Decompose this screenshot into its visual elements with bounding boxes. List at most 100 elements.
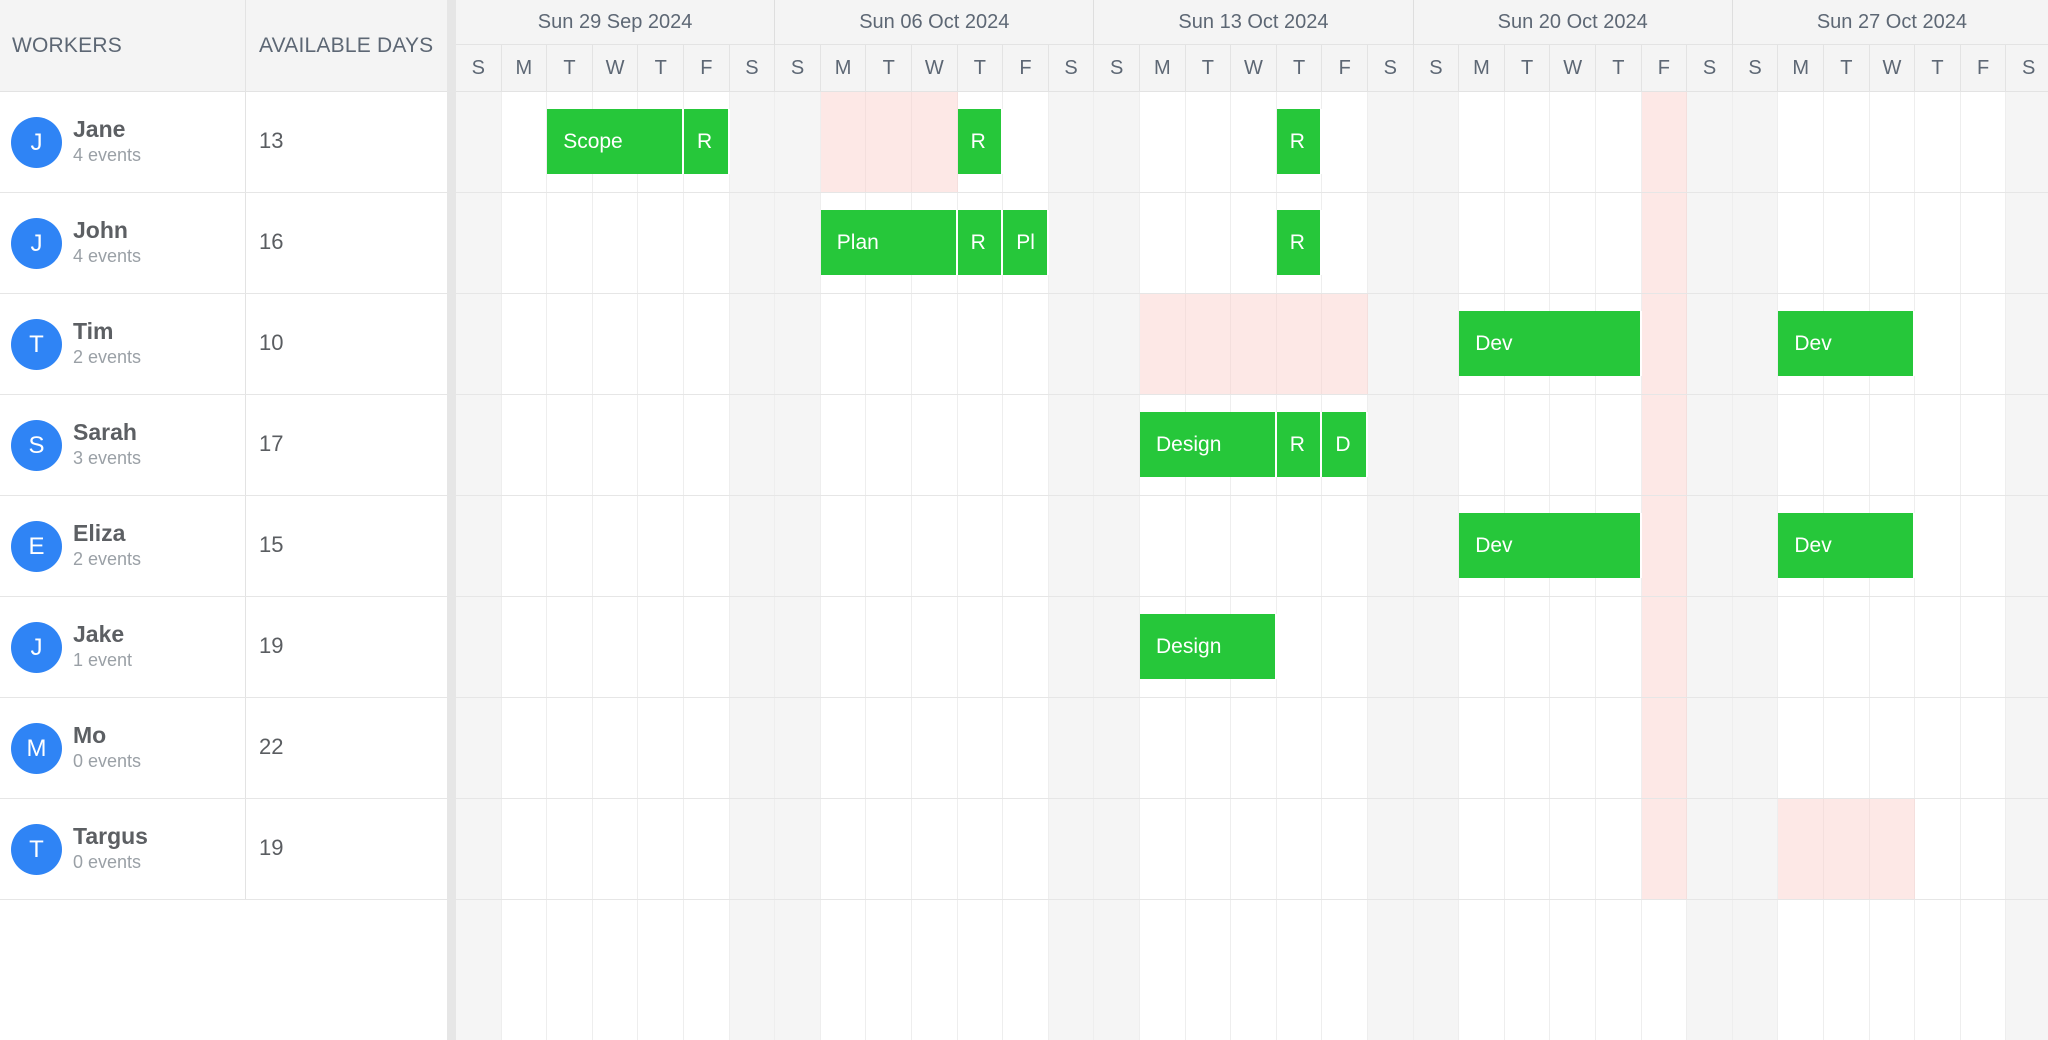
day-label: S xyxy=(730,45,776,92)
event-block[interactable]: Scope xyxy=(547,109,684,174)
worker-row[interactable]: J John 4 events 16 xyxy=(0,193,447,294)
worker-row[interactable]: T Tim 2 events 10 xyxy=(0,294,447,395)
day-column[interactable] xyxy=(729,92,776,1040)
event-block[interactable]: R xyxy=(1276,109,1323,174)
day-label: W xyxy=(912,45,958,92)
worker-row[interactable]: T Targus 0 events 19 xyxy=(0,799,447,900)
event-block[interactable]: Dev xyxy=(1778,513,1916,578)
day-label: F xyxy=(1642,45,1688,92)
worker-row[interactable]: J Jane 4 events 13 xyxy=(0,92,447,193)
event-block[interactable]: D xyxy=(1322,412,1368,477)
day-column[interactable] xyxy=(593,92,639,1040)
day-column[interactable] xyxy=(1048,92,1095,1040)
day-column[interactable] xyxy=(1687,92,1733,1040)
day-label: T xyxy=(1596,45,1642,92)
day-column[interactable] xyxy=(1732,92,1779,1040)
day-label: S xyxy=(775,45,821,92)
day-column[interactable] xyxy=(1368,92,1414,1040)
panel-splitter[interactable] xyxy=(447,0,456,1040)
avatar: M xyxy=(11,723,62,774)
day-column[interactable] xyxy=(456,92,502,1040)
day-label: S xyxy=(456,45,502,92)
day-column[interactable] xyxy=(502,92,548,1040)
day-label: W xyxy=(1550,45,1596,92)
event-block[interactable]: Pl xyxy=(1003,210,1049,275)
worker-row[interactable]: J Jake 1 event 19 xyxy=(0,597,447,698)
worker-cell: T Targus 0 events xyxy=(0,799,246,899)
worker-cell: M Mo 0 events xyxy=(0,698,246,798)
day-column[interactable] xyxy=(1413,92,1460,1040)
event-block[interactable]: R xyxy=(957,109,1004,174)
avatar: J xyxy=(11,218,62,269)
day-column[interactable] xyxy=(775,92,821,1040)
worker-event-count: 4 events xyxy=(73,246,142,266)
event-block[interactable]: R xyxy=(684,109,730,174)
event-block[interactable]: Design xyxy=(1140,614,1277,679)
event-block[interactable]: Dev xyxy=(1459,513,1642,578)
day-column[interactable] xyxy=(1186,92,1232,1040)
event-block[interactable]: Plan xyxy=(820,210,958,275)
event-block[interactable]: Dev xyxy=(1778,311,1916,376)
worker-row[interactable]: M Mo 0 events 22 xyxy=(0,698,447,799)
worker-name: Targus xyxy=(73,823,148,849)
day-label: M xyxy=(502,45,548,92)
worker-row[interactable]: E Eliza 2 events 15 xyxy=(0,496,447,597)
event-block[interactable]: Dev xyxy=(1459,311,1642,376)
day-label: T xyxy=(958,45,1004,92)
worker-event-count: 0 events xyxy=(73,852,142,872)
day-column[interactable] xyxy=(638,92,684,1040)
day-label: M xyxy=(1140,45,1186,92)
day-column[interactable] xyxy=(684,92,730,1040)
day-column[interactable] xyxy=(1140,92,1186,1040)
unavailable-block xyxy=(1140,294,1368,394)
row-divider xyxy=(456,899,2048,900)
day-label: T xyxy=(1277,45,1323,92)
worker-cell: S Sarah 3 events xyxy=(0,395,246,495)
avatar: J xyxy=(11,117,62,168)
day-column[interactable] xyxy=(547,92,593,1040)
worker-cell: E Eliza 2 events xyxy=(0,496,246,596)
row-divider xyxy=(456,293,2048,294)
timeline-body[interactable]: Scope R R R Plan R Pl R Dev Dev Design R D Dev Dev Desi… xyxy=(456,92,2048,1040)
day-column[interactable] xyxy=(1322,92,1368,1040)
row-divider xyxy=(456,798,2048,799)
day-label: T xyxy=(638,45,684,92)
event-block[interactable]: R xyxy=(957,210,1004,275)
day-label: F xyxy=(1961,45,2007,92)
event-block[interactable]: Design xyxy=(1140,412,1277,477)
worker-event-count: 1 event xyxy=(73,650,133,670)
worker-event-count: 2 events xyxy=(73,549,142,569)
avatar: E xyxy=(11,521,62,572)
day-label: T xyxy=(547,45,593,92)
timeline[interactable]: Sun 29 Sep 2024 Sun 06 Oct 2024 Sun 13 Oct… xyxy=(456,0,2048,1040)
day-column[interactable] xyxy=(1094,92,1140,1040)
day-column[interactable] xyxy=(1231,92,1277,1040)
event-block[interactable]: R xyxy=(1276,412,1323,477)
day-column[interactable] xyxy=(1915,92,1961,1040)
worker-name: Mo xyxy=(73,722,107,748)
worker-cell: J Jake 1 event xyxy=(0,597,246,697)
day-label: F xyxy=(1322,45,1368,92)
available-days-value: 10 xyxy=(259,330,284,355)
worker-cell: J John 4 events xyxy=(0,193,246,293)
unavailable-block xyxy=(1778,799,1916,899)
available-days-value: 17 xyxy=(259,431,284,456)
available-days-column-header[interactable]: AVAILABLE DAYS xyxy=(246,0,447,92)
worker-row[interactable]: S Sarah 3 events 17 xyxy=(0,395,447,496)
day-column[interactable] xyxy=(2006,92,2048,1040)
workers-column-header[interactable]: WORKERS xyxy=(0,0,246,92)
day-label: W xyxy=(1231,45,1277,92)
week-label: Sun 27 Oct 2024 xyxy=(1732,0,2048,45)
day-label: F xyxy=(1003,45,1049,92)
worker-cell: J Jane 4 events xyxy=(0,92,246,192)
available-days-value: 19 xyxy=(259,633,284,658)
row-divider xyxy=(456,697,2048,698)
available-days-value: 16 xyxy=(259,229,284,254)
row-divider xyxy=(456,495,2048,496)
worker-name: Tim xyxy=(73,318,114,344)
day-column[interactable] xyxy=(1961,92,2007,1040)
day-label: T xyxy=(866,45,912,92)
scheduler-app: WORKERS AVAILABLE DAYS J Jane 4 events 1… xyxy=(0,0,2048,1040)
unavailable-block xyxy=(820,92,958,192)
event-block[interactable]: R xyxy=(1276,210,1323,275)
